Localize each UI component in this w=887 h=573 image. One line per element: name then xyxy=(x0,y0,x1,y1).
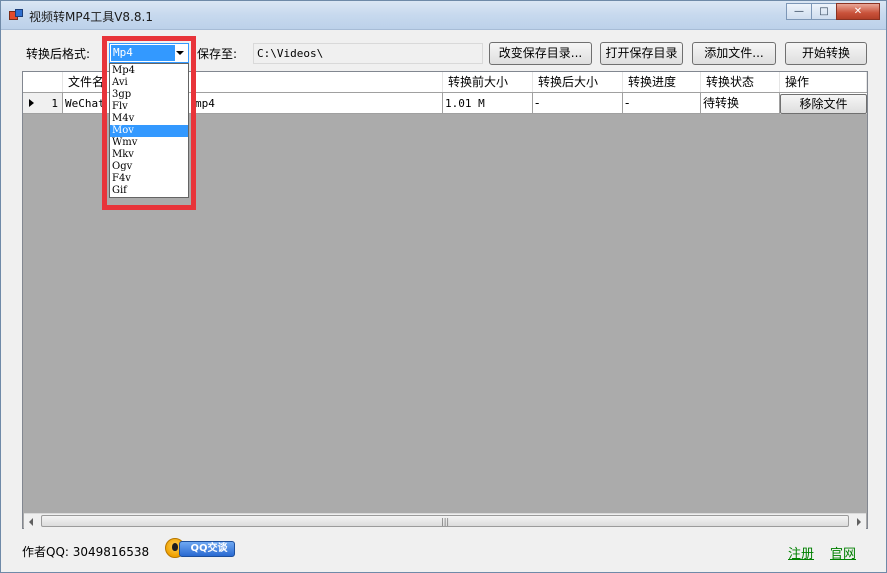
current-row-icon xyxy=(29,99,34,107)
red-highlight-box xyxy=(102,36,196,210)
cell-size-before[interactable]: 1.01 M xyxy=(443,93,533,114)
website-link[interactable]: 官网 xyxy=(830,543,856,562)
qq-chat-button[interactable]: QQ交谈 xyxy=(165,538,235,559)
title-bar: 视频转MP4工具V8.8.1 — □ ✕ xyxy=(1,1,886,30)
row-header[interactable]: 1 xyxy=(23,93,63,114)
cell-status[interactable]: 待转换 xyxy=(701,93,780,114)
col-action[interactable]: 操作 xyxy=(780,72,867,92)
maximize-button[interactable]: □ xyxy=(811,3,837,20)
remove-file-button[interactable]: 移除文件 xyxy=(780,94,867,114)
grip-icon: ||| xyxy=(441,517,450,526)
scroll-thumb[interactable]: ||| xyxy=(41,515,849,527)
save-to-label: 保存至: xyxy=(197,47,238,61)
window-title: 视频转MP4工具V8.8.1 xyxy=(29,10,153,24)
format-label: 转换后格式: xyxy=(26,47,91,61)
col-size-after[interactable]: 转换后大小 xyxy=(533,72,623,92)
filename-start: WeChat xyxy=(65,97,105,110)
open-save-dir-button[interactable]: 打开保存目录 xyxy=(600,42,683,65)
window-controls: — □ ✕ xyxy=(786,3,880,21)
cell-progress[interactable]: - xyxy=(623,93,701,114)
register-link[interactable]: 注册 xyxy=(788,543,814,562)
col-size-before[interactable]: 转换前大小 xyxy=(443,72,533,92)
col-status[interactable]: 转换状态 xyxy=(701,72,780,92)
cell-size-after[interactable]: - xyxy=(533,93,623,114)
save-path-field[interactable]: C:\Videos\ xyxy=(253,43,483,64)
close-button[interactable]: ✕ xyxy=(836,3,880,20)
scroll-right-icon[interactable] xyxy=(857,518,861,526)
scroll-left-icon[interactable] xyxy=(29,518,33,526)
row-header-corner xyxy=(23,72,63,92)
start-convert-button[interactable]: 开始转换 xyxy=(785,42,867,65)
change-save-dir-button[interactable]: 改变保存目录... xyxy=(489,42,592,65)
row-index: 1 xyxy=(51,97,58,110)
add-file-button[interactable]: 添加文件... xyxy=(692,42,776,65)
horizontal-scrollbar[interactable]: ||| xyxy=(24,513,866,529)
minimize-button[interactable]: — xyxy=(786,3,812,20)
app-icon xyxy=(9,9,23,20)
author-qq-text: 作者QQ: 3049816538 xyxy=(22,545,150,559)
main-window: 视频转MP4工具V8.8.1 — □ ✕ 转换后格式: Mp4 保存至: C:\… xyxy=(0,0,887,573)
qq-chat-label: QQ交谈 xyxy=(179,541,235,557)
col-progress[interactable]: 转换进度 xyxy=(623,72,701,92)
filename-end: mp4 xyxy=(195,97,215,110)
